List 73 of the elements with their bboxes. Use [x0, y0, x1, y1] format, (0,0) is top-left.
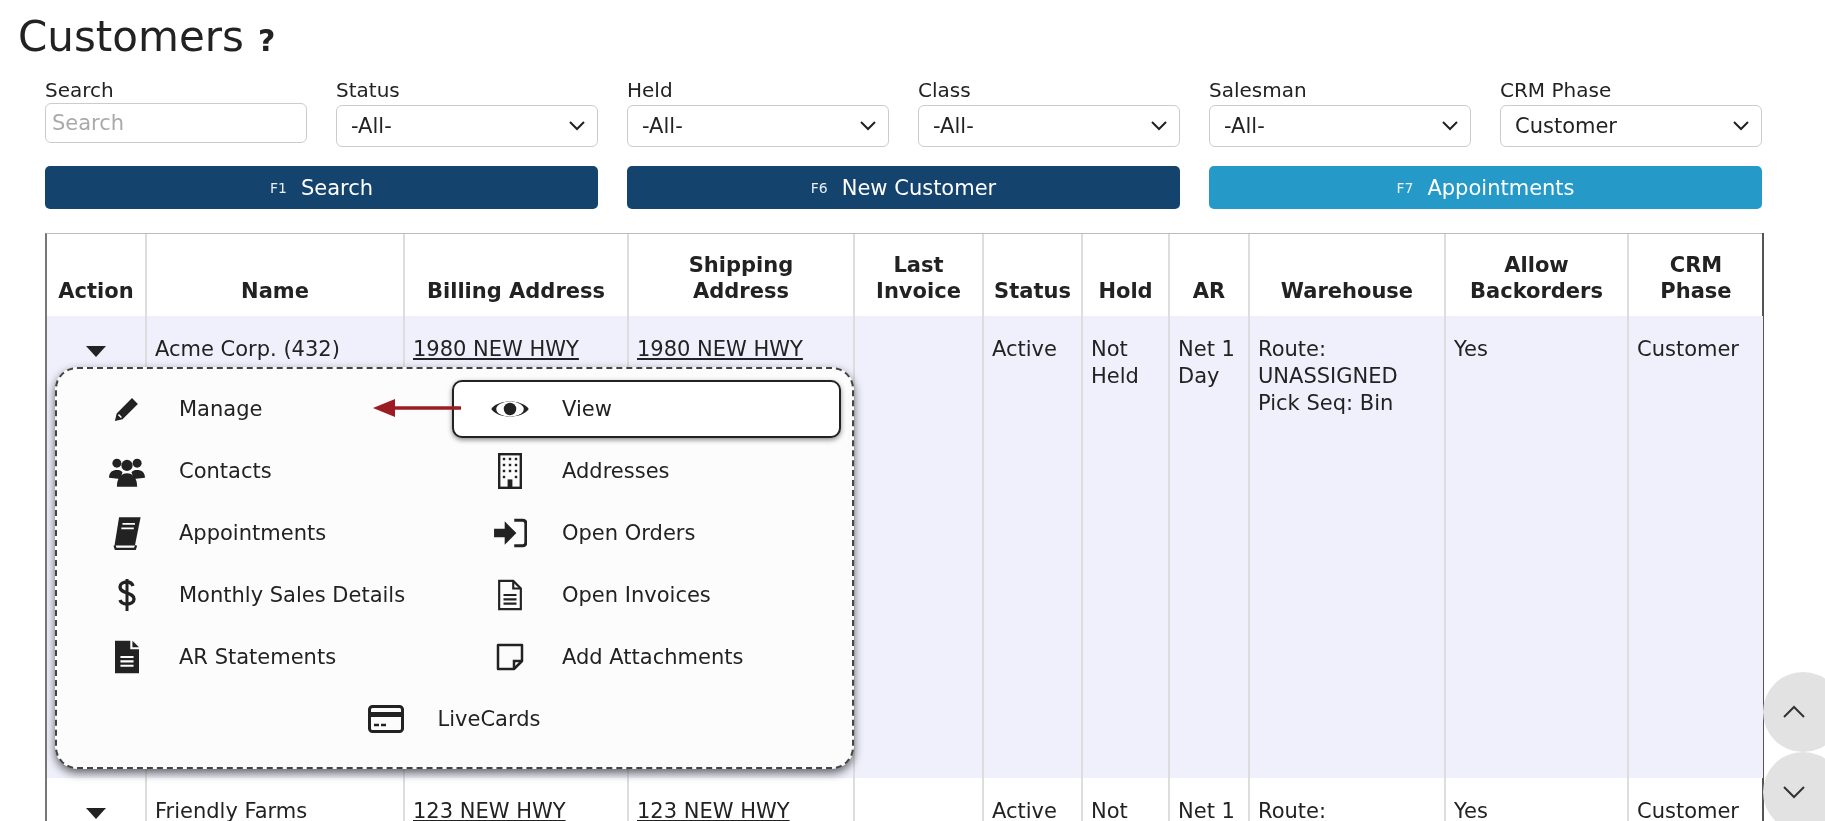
- book-icon: [112, 516, 142, 550]
- filter-label: Search: [45, 78, 115, 102]
- document-icon: [497, 578, 523, 612]
- chevron-down-icon: [1151, 121, 1167, 131]
- column-header[interactable]: AR: [1192, 278, 1226, 304]
- menu-item[interactable]: AR Statements: [69, 628, 452, 686]
- search-field[interactable]: Search: [45, 103, 307, 143]
- chevron-down-icon: [569, 121, 585, 131]
- table-cell: Net 1 Day: [1178, 336, 1235, 390]
- menu-item[interactable]: LiveCards: [327, 690, 543, 748]
- column-header[interactable]: Last Invoice: [876, 252, 961, 304]
- address-link[interactable]: 1980 NEW HWY: [413, 336, 579, 363]
- table-cell: Not Held: [1091, 336, 1139, 390]
- column-header[interactable]: Status: [994, 278, 1071, 304]
- address-link[interactable]: 123 NEW HWY: [413, 798, 566, 821]
- table-cell: Route: UNASSIGNED Pick Seq: Bin: [1258, 336, 1398, 417]
- building-icon: [498, 453, 522, 489]
- table-cell: Customer: [1637, 336, 1739, 363]
- column-header[interactable]: Hold: [1098, 278, 1153, 304]
- chevron-down-icon: [1442, 121, 1458, 131]
- menu-item[interactable]: View: [452, 380, 841, 438]
- page-title: Customers: [18, 12, 244, 62]
- filter-dropdown[interactable]: -All-: [336, 105, 598, 147]
- note-icon: [496, 643, 524, 671]
- dollar-icon: [117, 578, 137, 612]
- table-cell: Customer: [1637, 798, 1739, 821]
- column-header[interactable]: Shipping Address: [688, 252, 794, 304]
- chevron-down-icon: [1733, 121, 1749, 131]
- table-cell: Active: [992, 336, 1057, 363]
- table-cell: Acme Corp. (432): [155, 336, 340, 363]
- chevron-down-icon: [860, 121, 876, 131]
- filter-dropdown[interactable]: -All-: [1209, 105, 1471, 147]
- card-icon: [367, 705, 404, 733]
- table-cell: Yes: [1454, 336, 1488, 363]
- table-cell: Active: [992, 798, 1057, 821]
- arrow-into-box-icon: [493, 518, 527, 548]
- dropdown-caret-icon[interactable]: [86, 346, 106, 358]
- function-key-button[interactable]: F1 Search: [45, 166, 598, 209]
- function-key-button[interactable]: F6 New Customer: [627, 166, 1180, 209]
- column-header[interactable]: Name: [241, 278, 309, 304]
- filter-label: Class: [918, 78, 972, 102]
- column-header[interactable]: CRM Phase: [1660, 252, 1732, 304]
- menu-item[interactable]: Addresses: [452, 442, 841, 500]
- filter-label: Held: [627, 78, 674, 102]
- table-cell: Yes: [1454, 798, 1488, 821]
- filled-document-icon: [115, 640, 139, 674]
- filter-label: Salesman: [1209, 78, 1308, 102]
- address-link[interactable]: 123 NEW HWY: [637, 798, 790, 821]
- filter-dropdown[interactable]: -All-: [627, 105, 889, 147]
- column-header[interactable]: Allow Backorders: [1470, 252, 1603, 304]
- column-header[interactable]: Billing Address: [427, 278, 605, 304]
- menu-item[interactable]: Open Orders: [452, 504, 841, 562]
- table-cell: Net 1: [1178, 798, 1235, 821]
- chevron-up-icon: [1782, 705, 1806, 719]
- menu-item[interactable]: Add Attachments: [452, 628, 841, 686]
- dropdown-caret-icon[interactable]: [86, 808, 106, 820]
- filter-dropdown[interactable]: -All-: [918, 105, 1180, 147]
- scroll-up-button[interactable]: [1763, 672, 1825, 752]
- column-header[interactable]: Warehouse: [1280, 278, 1414, 304]
- chevron-down-icon: [1782, 785, 1806, 799]
- menu-item[interactable]: Contacts: [69, 442, 452, 500]
- filter-dropdown[interactable]: Customer: [1500, 105, 1762, 147]
- menu-item[interactable]: Appointments: [69, 504, 452, 562]
- column-header[interactable]: Action: [58, 278, 134, 304]
- table-cell: Not: [1091, 798, 1128, 821]
- menu-item[interactable]: Monthly Sales Details: [69, 566, 452, 624]
- menu-item[interactable]: Manage: [69, 380, 452, 438]
- address-link[interactable]: 1980 NEW HWY: [637, 336, 803, 363]
- help-link[interactable]: ?: [257, 23, 276, 58]
- filter-label: Status: [336, 78, 401, 102]
- table-cell: Route:: [1258, 798, 1327, 821]
- menu-item[interactable]: Open Invoices: [452, 566, 841, 624]
- filter-label: CRM Phase: [1500, 78, 1613, 102]
